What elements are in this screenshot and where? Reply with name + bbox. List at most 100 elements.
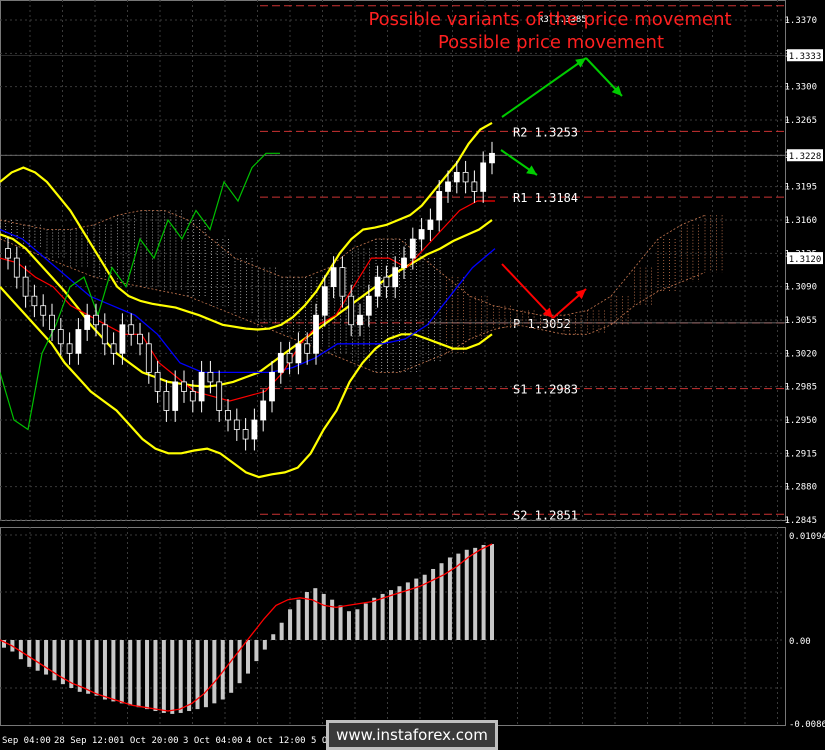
y-tick-label: 1.3090 (784, 283, 817, 293)
candle-down (216, 381, 223, 411)
y-tick-label: 1.2915 (784, 449, 817, 459)
candle-up (251, 419, 258, 440)
title-line-2: Possible price movement (438, 32, 664, 53)
histogram-bar (136, 640, 141, 708)
y-tick-label: 1.2950 (784, 416, 817, 426)
axes: 1.33701.33351.33001.32651.32281.31951.31… (2, 16, 825, 746)
candle-down (5, 248, 11, 259)
candle-down (339, 267, 346, 297)
candle-down (286, 352, 293, 364)
histogram-bar (481, 544, 486, 640)
chikou-span (0, 152, 280, 431)
candle-down (137, 333, 143, 345)
candle-up (357, 314, 363, 326)
x-tick-label: Sep 04:00 (2, 736, 51, 746)
candle-down (40, 305, 47, 316)
watermark: www.instaforex.com (326, 720, 498, 750)
histogram-bar (296, 599, 301, 640)
y-tick-label: 1.3160 (784, 216, 817, 226)
candle-down (181, 381, 187, 392)
histogram-bar (490, 544, 494, 640)
candle-up (172, 381, 179, 411)
candle-down (233, 419, 240, 430)
candle-up (330, 267, 337, 288)
level-label-r1: R1 1.3184 (513, 191, 578, 205)
histogram-bar (102, 640, 107, 700)
candle-up (277, 352, 284, 373)
histogram-bar (170, 640, 175, 714)
candle-up (313, 314, 319, 354)
arrow-up-main-head (575, 58, 586, 68)
candle-down (154, 371, 161, 392)
y-tick-label: 1.3020 (784, 349, 817, 359)
candle-down (66, 343, 73, 354)
candle-down (462, 171, 469, 183)
histogram-bar (464, 549, 469, 640)
histogram-bar (288, 609, 293, 640)
candle-up (453, 171, 460, 183)
histogram-bar (473, 547, 478, 640)
candle-down (145, 343, 152, 373)
candle-up (374, 276, 381, 297)
candle-down (242, 429, 249, 440)
osc-tick-label: -0.00867 (789, 720, 825, 730)
y-tick-label: 1.3195 (784, 183, 817, 193)
histogram-bar (119, 640, 124, 704)
histogram-bar (178, 640, 183, 713)
bollinger-upper (0, 121, 493, 331)
candle-down (31, 295, 38, 307)
y-tick-label: 1.3055 (784, 316, 817, 326)
histogram-bar (313, 588, 318, 640)
histogram-bar (355, 609, 360, 640)
histogram-bar (380, 593, 385, 640)
candle-up (427, 219, 434, 230)
candle-up (365, 295, 372, 316)
y-tick-label: 1.3300 (784, 83, 817, 93)
candle-down (128, 324, 135, 335)
level-label-r2: R2 1.3253 (513, 125, 578, 139)
histogram-bar (69, 640, 74, 688)
histogram-bar (346, 611, 351, 640)
histogram-bar (128, 640, 133, 706)
candle-down (93, 314, 99, 326)
candle-down (207, 371, 214, 383)
osc-tick-label: 0.00 (789, 637, 811, 647)
y-tick-label: 1.2880 (784, 483, 817, 493)
histogram-bar (86, 640, 91, 694)
y-tick-label: 1.2985 (784, 383, 817, 393)
candle-up (119, 324, 126, 354)
candle-down (110, 343, 117, 354)
watermark-text: www.instaforex.com (329, 723, 495, 747)
histogram-bar (187, 640, 192, 712)
histogram-bar (153, 640, 158, 712)
histogram-bar (161, 640, 166, 713)
level-label-s1: S1 1.2983 (513, 383, 578, 397)
chart-canvas: R3 1.3385R2 1.3253R1 1.3184P 1.3052S1 1.… (0, 0, 825, 746)
histogram-bar (246, 640, 250, 674)
histogram-bar (254, 640, 259, 662)
candle-up (295, 343, 302, 364)
candle-down (225, 410, 231, 421)
histogram-bar (77, 640, 82, 692)
histogram-bar (229, 640, 234, 693)
candle-up (260, 400, 267, 421)
candle-down (189, 391, 196, 402)
histogram-bar (271, 634, 276, 640)
candle-down (471, 181, 478, 192)
histogram-bar (321, 593, 326, 640)
candle-up (418, 229, 425, 240)
candle-up (84, 314, 91, 330)
arrow-down-main (501, 263, 554, 319)
candle-up (480, 162, 487, 192)
histogram-bar (237, 640, 242, 684)
histogram-bar (18, 640, 23, 660)
candle-down (101, 324, 108, 345)
histogram-bar (203, 640, 208, 708)
candle-up (401, 257, 407, 269)
price-marker-label: 1.3333 (789, 52, 822, 62)
candles (5, 141, 495, 451)
histogram-bar (44, 640, 49, 675)
candle-down (348, 295, 355, 326)
price-marker-label: 1.3120 (789, 255, 822, 265)
candle-down (22, 276, 29, 297)
